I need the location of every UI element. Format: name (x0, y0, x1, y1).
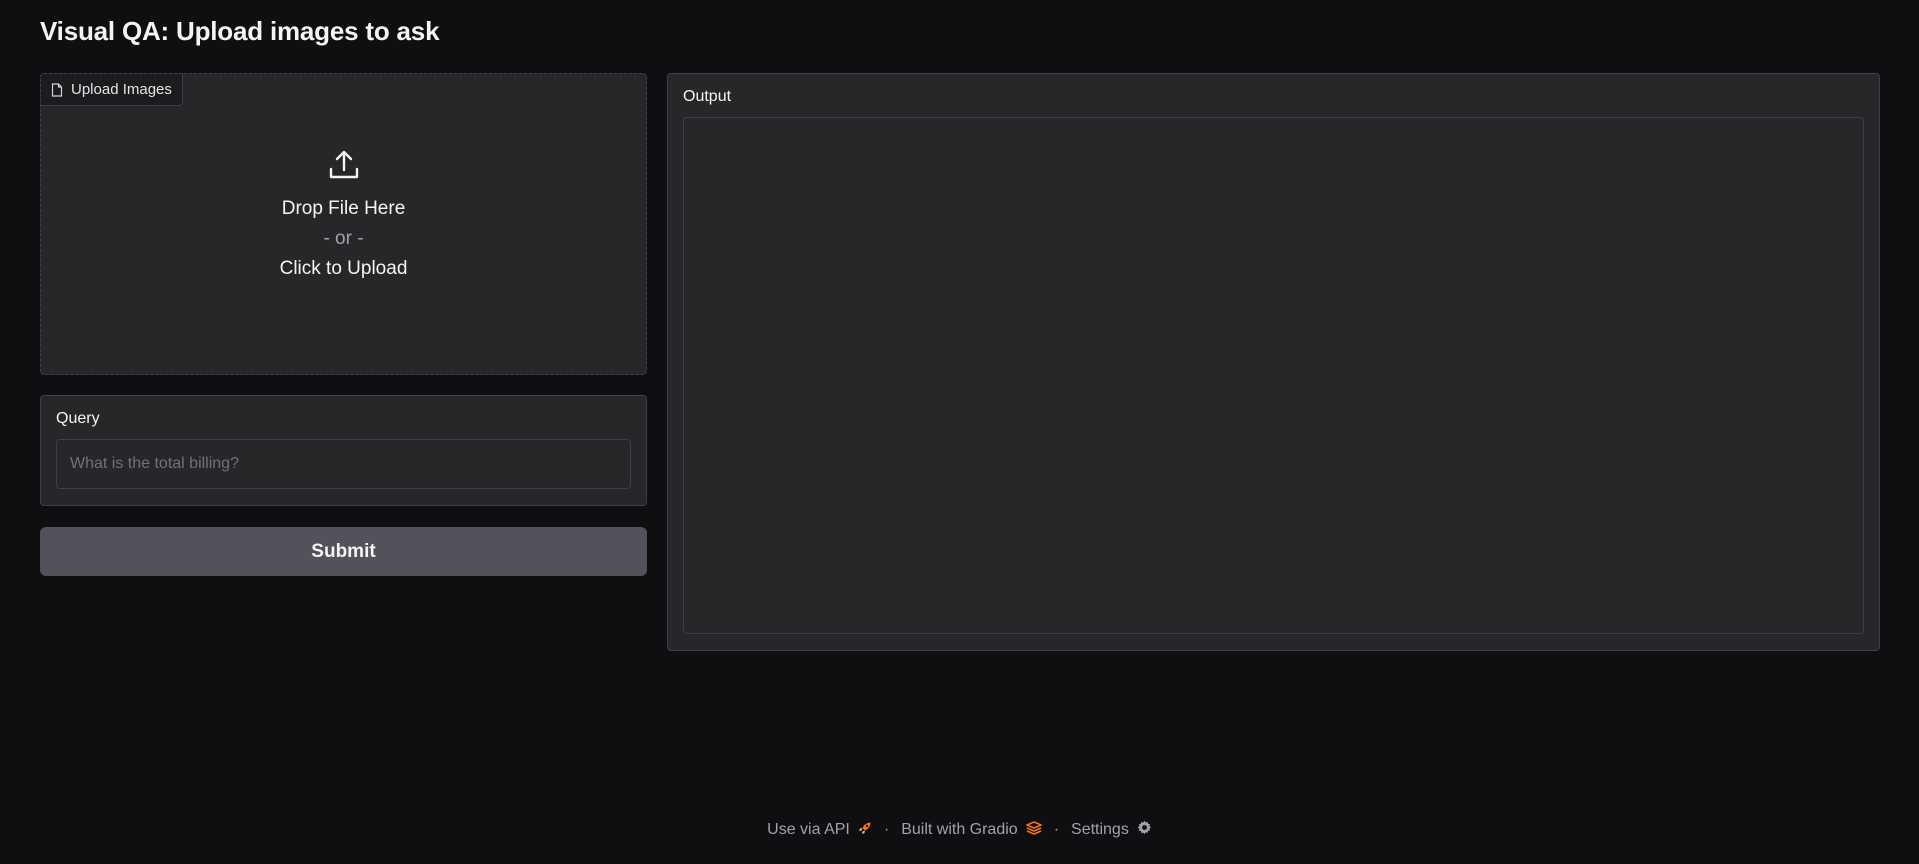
query-block: Query (40, 395, 647, 506)
built-with-gradio-link[interactable]: Built with Gradio (901, 820, 1042, 840)
submit-button[interactable]: Submit (40, 527, 647, 576)
or-separator-text: - or - (323, 227, 364, 249)
use-via-api-link[interactable]: Use via API (767, 821, 872, 840)
page-title: Visual QA: Upload images to ask (40, 16, 440, 46)
rocket-icon (858, 821, 872, 840)
settings-text: Settings (1071, 821, 1129, 838)
query-label: Query (56, 410, 100, 427)
output-block: Output (667, 73, 1880, 651)
built-with-gradio-text: Built with Gradio (901, 821, 1018, 838)
footer-separator: · (1053, 821, 1060, 838)
upload-images-label: Upload Images (41, 74, 183, 106)
upload-images-block: Upload Images Drop File Here - or - Clic… (40, 73, 647, 375)
footer-separator: · (883, 821, 890, 838)
upload-icon (328, 149, 360, 186)
file-dropzone[interactable]: Drop File Here - or - Click to Upload (41, 106, 646, 374)
output-label: Output (683, 88, 732, 105)
gradio-logo-icon (1025, 820, 1042, 840)
app-root: Visual QA: Upload images to ask Upload I… (0, 0, 1919, 864)
settings-link[interactable]: Settings (1071, 820, 1152, 840)
output-textarea[interactable] (683, 117, 1864, 634)
drop-file-text: Drop File Here (281, 197, 406, 219)
gear-icon (1137, 820, 1152, 840)
footer: Use via API · Built with Gradio · Settin… (0, 820, 1919, 840)
click-to-upload-text: Click to Upload (279, 257, 408, 279)
query-input[interactable] (56, 439, 631, 489)
upload-images-label-text: Upload Images (71, 81, 172, 98)
use-via-api-text: Use via API (767, 821, 850, 838)
file-icon (51, 82, 63, 97)
